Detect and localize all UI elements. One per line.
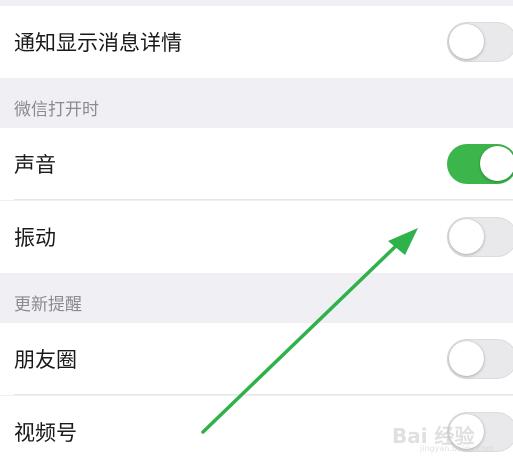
row-sound[interactable]: 声音	[0, 128, 513, 200]
toggle-knob	[480, 146, 513, 181]
row-vibration[interactable]: 振动	[0, 201, 513, 273]
row-label: 振动	[14, 226, 56, 250]
moments-toggle[interactable]	[447, 339, 513, 379]
toggle-knob	[449, 24, 484, 59]
watermark-subtext: jingyan.baidu.com	[420, 444, 494, 453]
row-label: 通知显示消息详情	[14, 31, 182, 55]
toggle-knob	[449, 219, 484, 254]
row-moments[interactable]: 朋友圈	[0, 323, 513, 395]
notification-details-toggle[interactable]	[447, 22, 513, 62]
notification-settings-screen: 通知显示消息详情 微信打开时 声音 振动 更新提醒 朋友圈 视频号 Bai 经验…	[0, 0, 513, 465]
baidu-jingyan-watermark: Bai 经验 jingyan.baidu.com	[392, 416, 512, 456]
row-label: 朋友圈	[14, 348, 77, 372]
sound-toggle[interactable]	[447, 144, 513, 184]
row-notification-details[interactable]: 通知显示消息详情	[0, 6, 513, 78]
vibration-toggle[interactable]	[447, 217, 513, 257]
section-header-wechat-open: 微信打开时	[14, 100, 99, 120]
section-header-update-reminder: 更新提醒	[14, 295, 82, 315]
row-label: 声音	[14, 153, 56, 177]
row-divider	[14, 394, 513, 395]
row-label: 视频号	[14, 421, 77, 445]
row-divider	[14, 199, 513, 200]
toggle-knob	[449, 341, 484, 376]
